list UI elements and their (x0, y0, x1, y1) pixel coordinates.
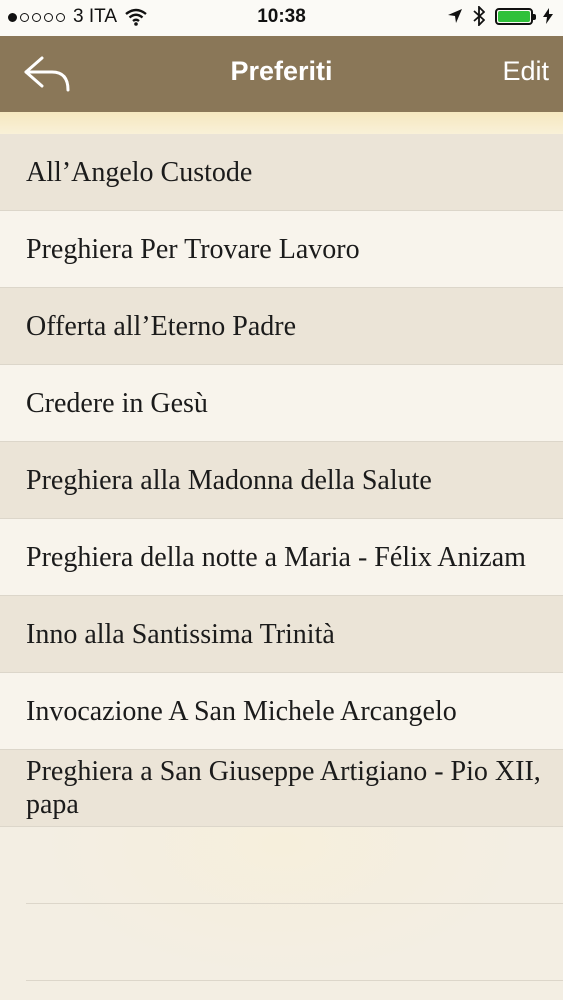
favorites-list: All’Angelo Custode Preghiera Per Trovare… (0, 134, 563, 827)
list-item-label: Preghiera della notte a Maria - Félix An… (26, 541, 526, 573)
list-item-label: Preghiera alla Madonna della Salute (26, 464, 432, 496)
list-item-label: All’Angelo Custode (26, 156, 253, 188)
list-item[interactable]: Preghiera della notte a Maria - Félix An… (0, 519, 563, 596)
battery-fill (498, 10, 530, 22)
battery-tip (533, 13, 536, 20)
charging-bolt-icon (543, 8, 553, 24)
decorative-banner-strip (0, 112, 563, 134)
empty-list-area (0, 827, 563, 1000)
edit-button[interactable]: Edit (502, 56, 549, 87)
list-item[interactable]: Inno alla Santissima Trinità (0, 596, 563, 673)
status-right (447, 6, 553, 26)
battery-icon (495, 7, 536, 25)
location-arrow-icon (448, 9, 462, 23)
status-bar: 3 ITA 10:38 (0, 0, 563, 36)
navigation-bar: Preferiti Edit (0, 36, 563, 112)
list-item-label: Offerta all’Eterno Padre (26, 310, 297, 342)
page-title: Preferiti (230, 56, 333, 86)
list-item[interactable]: Offerta all’Eterno Padre (0, 288, 563, 365)
list-item[interactable]: Preghiera Per Trovare Lavoro (0, 211, 563, 288)
list-item-label: Preghiera Per Trovare Lavoro (26, 233, 360, 265)
list-item-label: Invocazione A San Michele Arcangelo (26, 695, 457, 727)
list-item-label: Preghiera a San Giuseppe Artigiano - Pio… (26, 756, 541, 820)
bluetooth-icon (473, 6, 485, 26)
list-item[interactable]: Preghiera alla Madonna della Salute (0, 442, 563, 519)
empty-row-separator (26, 904, 563, 981)
empty-row-separator (26, 827, 563, 904)
list-item-label: Inno alla Santissima Trinità (26, 618, 335, 650)
list-item[interactable]: Preghiera a San Giuseppe Artigiano - Pio… (0, 750, 563, 827)
list-item[interactable]: Invocazione A San Michele Arcangelo (0, 673, 563, 750)
list-item-label: Credere in Gesù (26, 387, 208, 419)
list-item[interactable]: Credere in Gesù (0, 365, 563, 442)
list-item[interactable]: All’Angelo Custode (0, 134, 563, 211)
